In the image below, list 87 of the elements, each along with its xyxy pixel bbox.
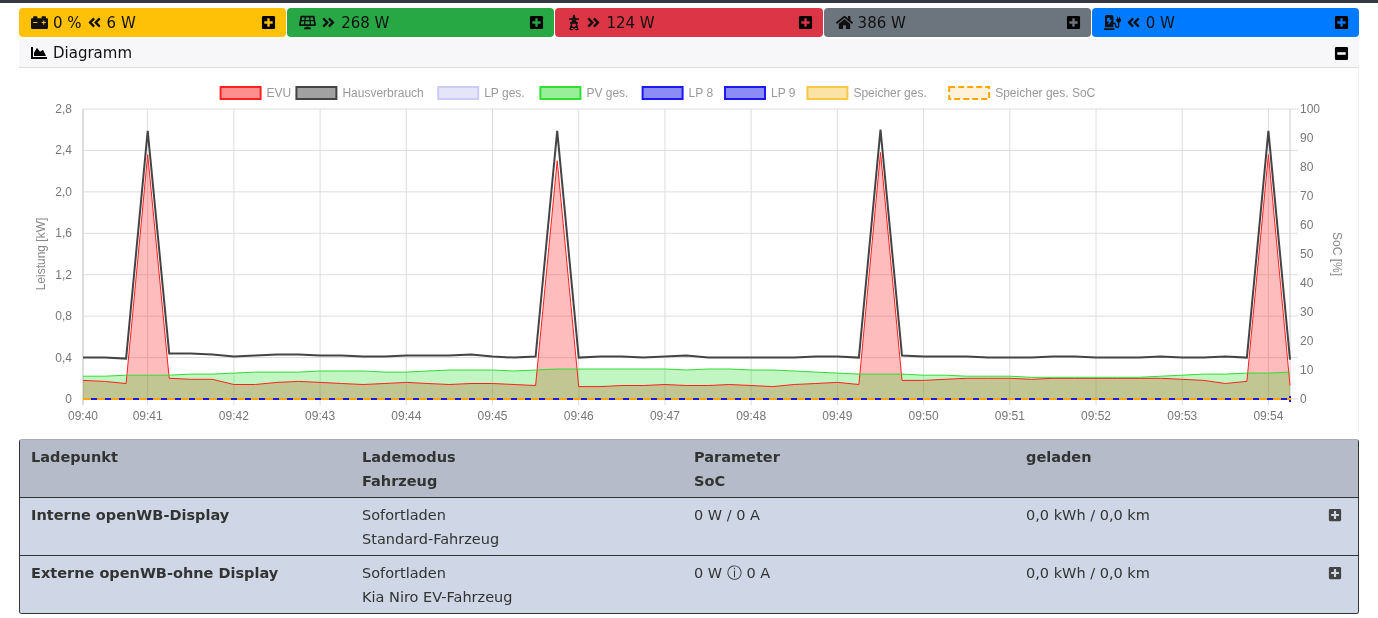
axis-tick-label: 09:41 [132,409,163,423]
legend-label: Speicher ges. [853,86,927,100]
table-cell-text: Sofortladen [362,564,446,583]
axis-tick-label: 09:46 [563,409,594,423]
card-value: 268 W [341,13,390,32]
card-value: 0 W [1145,13,1175,32]
column-header: Parameter [694,448,780,467]
expand-button[interactable] [1334,15,1349,30]
table-cell-text: Sofortladen [362,506,446,525]
column-header: geladen [1026,448,1092,467]
axis-tick-label: 90 [1300,131,1314,145]
expand-button[interactable] [261,15,277,30]
expand-button[interactable] [529,15,545,30]
card-value: 0 % [53,13,82,32]
axis-tick-label: 70 [1300,189,1314,203]
axis-tick-label: 09:45 [477,409,508,423]
card-value: 386 W [857,13,906,32]
legend-swatch [295,86,338,100]
table-cell-text: 0 W ⓘ 0 A [694,564,771,583]
legend-swatch [806,86,849,100]
battery-icon [31,14,48,31]
charging-station-icon [1103,14,1121,31]
axis-tick-label: 2,4 [55,143,72,158]
legend-label: EVU [266,86,292,100]
legend-label: LP ges. [484,86,525,100]
axis-tick-label: 0 [65,392,72,406]
legend-label: LP 9 [771,86,796,100]
legend-label: Hausverbrauch [342,86,424,100]
table-cell-text: 0,0 kWh / 0,0 km [1026,506,1150,525]
column-header: Lademodus [362,448,456,467]
axis-tick-label: 09:40 [68,409,98,423]
axis-tick-label: 09:43 [305,409,336,423]
axis-tick-label: 20 [1300,334,1314,348]
axis-tick-label: 09:51 [994,409,1025,423]
legend-label: PV ges. [586,86,629,100]
table-cell-text: Interne openWB-Display [31,506,230,525]
axis-tick-label: 100 [1300,102,1321,116]
power-pylon-icon [567,14,582,31]
solar-panel-icon [299,14,317,31]
axis-title: Leistung [kW] [34,217,48,291]
axis-tick-label: 0 [1300,392,1307,406]
axis-tick-label: 09:54 [1253,409,1284,423]
table-cell-text: Externe openWB-ohne Display [31,564,279,583]
table-cell-text: Kia Niro EV-Fahrzeug [362,588,513,607]
legend-label: Speicher ges. SoC [995,86,1096,100]
expand-button[interactable] [1328,508,1342,522]
axis-tick-label: 09:47 [649,409,680,423]
legend-swatch [641,86,684,100]
axis-tick-label: 80 [1300,160,1314,174]
legend-swatch [539,86,582,100]
axis-tick-label: 2,8 [55,102,72,116]
axis-tick-label: 40 [1300,276,1314,290]
axis-tick-label: 10 [1300,363,1314,377]
legend-swatch [724,86,766,100]
axis-tick-label: 09:48 [736,409,767,423]
table-cell-text: 0,0 kWh / 0,0 km [1026,564,1150,583]
axis-tick-label: 09:42 [218,409,249,423]
column-header: Fahrzeug [362,472,438,491]
column-header: SoC [694,472,726,491]
axis-tick-label: 0,8 [55,309,72,324]
axis-tick-label: 09:52 [1081,409,1112,423]
axis-tick-label: 50 [1300,247,1314,261]
axis-tick-label: 30 [1300,305,1314,319]
column-header: Ladepunkt [31,448,118,467]
axis-title: SoC [%] [1330,232,1344,276]
legend-swatch [219,86,262,100]
axis-tick-label: 09:49 [822,409,853,423]
axis-tick-label: 09:53 [1167,409,1198,423]
legend-label: LP 8 [688,86,714,100]
axis-tick-label: 09:44 [391,409,422,423]
axis-tick-label: 09:50 [908,409,939,423]
axis-tick-label: 1,6 [55,226,72,241]
legend-swatch [437,86,480,100]
card-value: 6 W [106,13,136,32]
axis-tick-label: 2,0 [55,184,72,199]
diagram-title: Diagramm [53,44,132,62]
card-value: 124 W [606,13,655,32]
table-cell-text: 0 W / 0 A [694,506,761,525]
table-cell-text: Standard-Fahrzeug [362,530,500,549]
house-icon [835,14,853,31]
legend-swatch [948,86,991,100]
axis-tick-label: 1,2 [55,267,72,282]
area-chart-icon [31,45,47,61]
axis-tick-label: 0,4 [55,350,72,365]
axis-tick-label: 60 [1300,218,1314,232]
expand-button[interactable] [1328,566,1342,580]
collapse-button[interactable] [1334,45,1349,61]
